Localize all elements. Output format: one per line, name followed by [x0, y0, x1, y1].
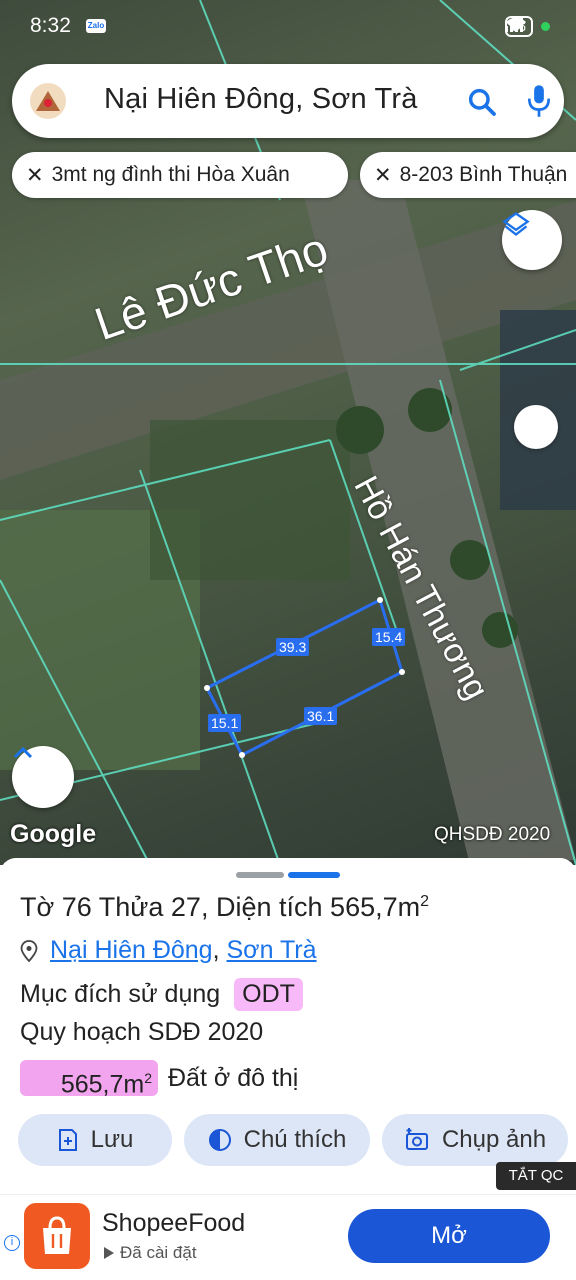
- google-logo: Google: [10, 820, 97, 848]
- chevron-up-icon: [13, 746, 33, 759]
- legend-button[interactable]: Chú thích: [184, 1114, 370, 1166]
- plan-type-label: Đất ở đô thị: [168, 1063, 299, 1092]
- open-app-button[interactable]: Mở: [348, 1209, 550, 1263]
- ward-link[interactable]: Nại Hiên Đông: [50, 936, 213, 965]
- search-bar[interactable]: Nại Hiên Đông, Sơn Trà: [12, 64, 564, 138]
- expand-up-button[interactable]: [12, 746, 74, 808]
- land-use-purpose: Mục đích sử dụng ODT: [20, 978, 303, 1011]
- capture-button[interactable]: Chụp ảnh: [382, 1114, 568, 1166]
- play-store-icon: [104, 1247, 114, 1259]
- plan-area-badge: 565,7m2: [20, 1060, 158, 1098]
- district-link[interactable]: Sơn Trà: [227, 936, 317, 965]
- dimension-label: 15.1: [208, 714, 242, 732]
- place-pin-icon: [20, 939, 38, 962]
- map-view[interactable]: 8:32 Zalo 86 Nại Hiên Đông, Sơn Trà ✕ 3m…: [0, 0, 576, 865]
- ad-banner[interactable]: i ShopeeFood Đã cài đặt Mở: [0, 1194, 576, 1280]
- ad-app-name: ShopeeFood: [102, 1209, 246, 1237]
- layers-icon: [502, 212, 530, 236]
- plan-label: Quy hoạch SDĐ 2020: [20, 1018, 264, 1046]
- bookmark-plus-icon: [58, 1129, 77, 1151]
- ad-info-icon[interactable]: i: [4, 1235, 20, 1251]
- parcel-title: Tờ 76 Thửa 27, Diện tích 565,7m2: [20, 892, 430, 922]
- plan-area-row: 565,7m2 Đất ở đô thị: [20, 1060, 299, 1098]
- contrast-icon: [208, 1129, 231, 1151]
- status-icons: 86: [504, 16, 550, 37]
- status-bar: 8:32 Zalo 86: [0, 0, 576, 56]
- dimension-label: 15.4: [372, 628, 406, 646]
- privacy-dot-icon: [541, 22, 550, 31]
- parcel-location: Nại Hiên Đông, Sơn Trà: [20, 936, 317, 965]
- map-handle[interactable]: [514, 405, 558, 449]
- zalo-icon: Zalo: [86, 19, 106, 33]
- land-use-badge: ODT: [234, 978, 303, 1011]
- saved-chip-2[interactable]: ✕ 8-203 Bình Thuận: [360, 152, 576, 198]
- sheet-handle-active[interactable]: [288, 872, 340, 878]
- avatar[interactable]: [30, 83, 66, 119]
- dimension-label: 39.3: [276, 638, 310, 656]
- parcel-sheet: Tờ 76 Thửa 27, Diện tích 565,7m2 Nại Hiê…: [0, 858, 576, 1194]
- sheet-handle[interactable]: [236, 872, 284, 878]
- saved-chip-1[interactable]: ✕ 3mt ng đình thi Hòa Xuân: [12, 152, 348, 198]
- mic-icon[interactable]: [526, 84, 552, 118]
- wifi-icon: [505, 17, 526, 32]
- search-input[interactable]: Nại Hiên Đông, Sơn Trà: [104, 83, 418, 116]
- ruler-icon: ✕: [26, 163, 44, 187]
- saved-chip-label: 8-203 Bình Thuận: [399, 163, 568, 186]
- ad-installed: Đã cài đặt: [102, 1243, 197, 1263]
- layers-button[interactable]: [502, 210, 562, 270]
- close-ad-button[interactable]: TẮT QC: [496, 1162, 576, 1190]
- search-icon[interactable]: [466, 86, 498, 118]
- layer-tag: QHSDĐ 2020: [434, 824, 551, 845]
- saved-chip-label: 3mt ng đình thi Hòa Xuân: [51, 163, 290, 186]
- save-button[interactable]: Lưu: [18, 1114, 172, 1166]
- dimension-label: 36.1: [304, 707, 338, 725]
- ruler-icon: ✕: [374, 163, 392, 187]
- add-photo-icon: [405, 1128, 428, 1150]
- shopeefood-logo: [24, 1203, 90, 1269]
- status-time: 8:32: [30, 14, 71, 37]
